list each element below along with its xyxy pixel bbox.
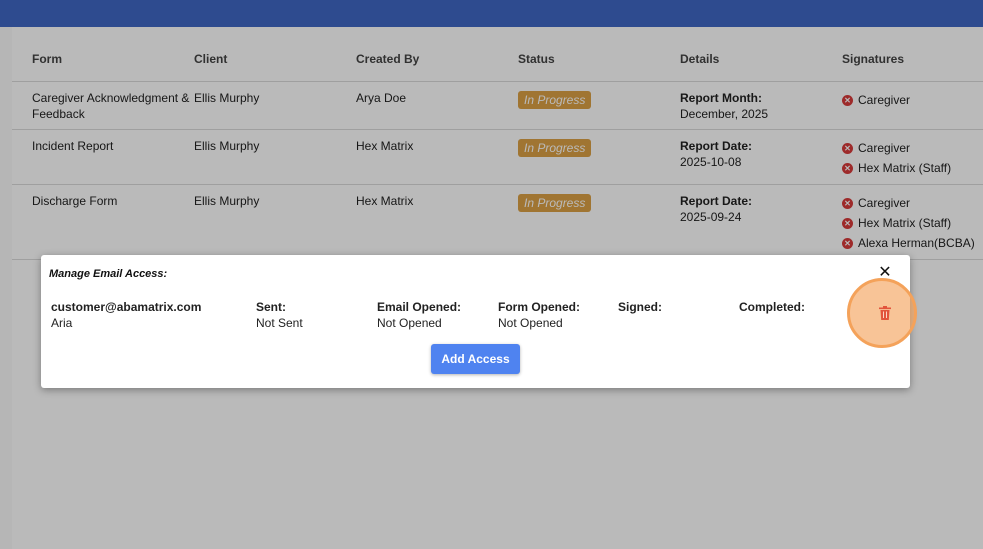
recipient-cell: customer@abamatrix.com Aria — [51, 299, 201, 331]
sent-cell: Sent: Not Sent — [256, 299, 303, 331]
sent-label: Sent: — [256, 300, 286, 314]
recipient-name: Aria — [51, 316, 73, 330]
completed-label: Completed: — [739, 300, 805, 314]
dialog-title: Manage Email Access: — [49, 268, 168, 280]
trash-icon[interactable] — [879, 306, 891, 320]
add-access-button[interactable]: Add Access — [431, 344, 520, 374]
form-opened-label: Form Opened: — [498, 300, 581, 314]
manage-email-access-dialog: Manage Email Access: ✕ customer@abamatri… — [41, 255, 917, 388]
recipient-email: customer@abamatrix.com — [51, 300, 202, 314]
form-opened-cell: Form Opened: Not Opened — [498, 299, 580, 331]
email-opened-value: Not Opened — [377, 316, 442, 330]
form-opened-value: Not Opened — [498, 316, 563, 330]
signed-cell: Signed: — [618, 299, 662, 315]
email-opened-cell: Email Opened: Not Opened — [377, 299, 461, 331]
email-opened-label: Email Opened: — [377, 300, 462, 314]
signed-label: Signed: — [618, 300, 662, 314]
sent-value: Not Sent — [256, 316, 303, 330]
completed-cell: Completed: — [739, 299, 805, 315]
